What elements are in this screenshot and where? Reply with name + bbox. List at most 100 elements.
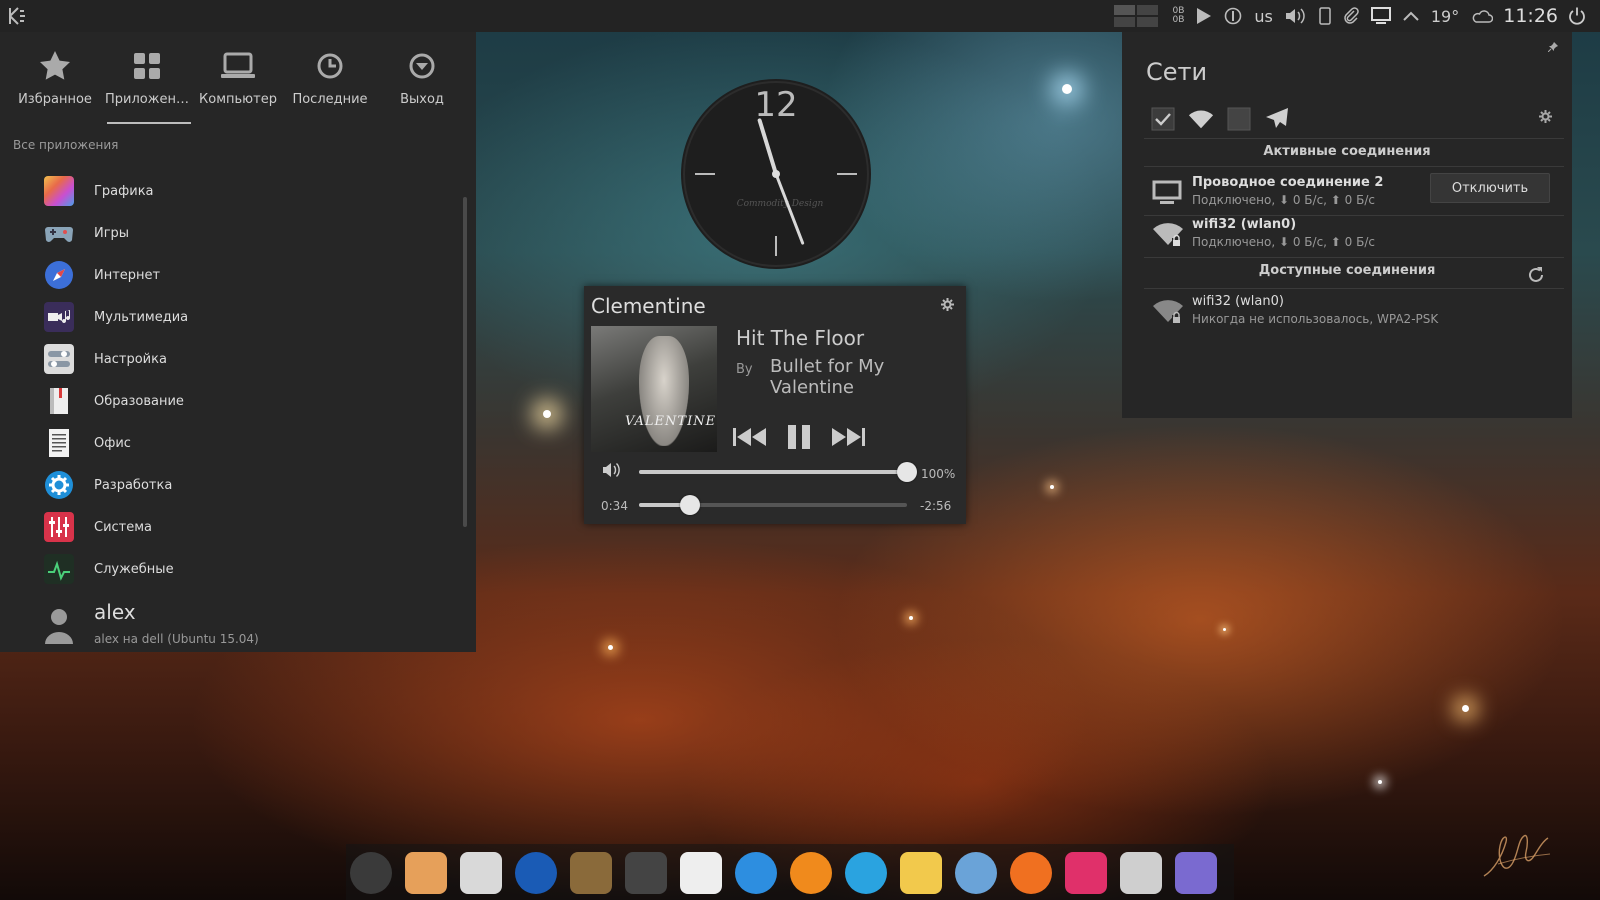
previous-track-button[interactable]	[732, 422, 768, 452]
pager[interactable]	[1108, 0, 1166, 32]
browser-globe-icon[interactable]	[515, 852, 557, 894]
chevron-up-icon[interactable]	[1397, 0, 1425, 32]
tab-label: Избранное	[18, 92, 92, 107]
refresh-icon[interactable]	[1526, 265, 1546, 289]
text-editor-icon[interactable]	[680, 852, 722, 894]
volume-icon[interactable]	[1279, 0, 1313, 32]
active-tab-indicator	[107, 122, 191, 124]
power-icon[interactable]	[1562, 0, 1592, 32]
virtual-desktops-icon	[1114, 5, 1159, 27]
disconnect-button[interactable]: Отключить	[1430, 173, 1550, 203]
pause-button[interactable]	[784, 422, 814, 452]
cursor-app-icon[interactable]	[1175, 852, 1217, 894]
divider	[1144, 138, 1564, 139]
checkbox-checked-icon	[1151, 107, 1175, 131]
wallpaper-star	[608, 645, 613, 650]
seek-slider-handle[interactable]	[679, 495, 700, 515]
user-name: alex	[94, 600, 136, 624]
compass-icon	[44, 260, 74, 290]
album-art: VALENTINE	[591, 326, 717, 452]
app-category-list: Графика Игры Интернет Мультимедиа Настро…	[0, 160, 470, 590]
bird-app-icon[interactable]	[570, 852, 612, 894]
spiral-app-icon[interactable]	[735, 852, 777, 894]
utilities-icon	[44, 554, 74, 584]
connection-wifi-active[interactable]: wifi32 (wlan0) Подключено, ⬇ 0 Б/с, ⬆ 0 …	[1144, 213, 1564, 255]
wallpaper-star	[543, 410, 551, 418]
clipboard-icon[interactable]	[1337, 0, 1365, 32]
files-icon[interactable]	[1120, 852, 1162, 894]
chromium-icon[interactable]	[955, 852, 997, 894]
airplane-mode-toggle[interactable]	[1264, 106, 1290, 132]
wallpaper-star	[1378, 780, 1382, 784]
tab-label: Приложен…	[105, 92, 189, 107]
category-multimedia[interactable]: Мультимедиа	[0, 296, 460, 338]
category-office[interactable]: Офис	[0, 422, 460, 464]
tab-recent[interactable]: Последние	[284, 48, 376, 124]
inkscape-icon[interactable]	[625, 852, 667, 894]
tab-applications[interactable]: Приложен…	[101, 48, 193, 124]
volume-slider-handle[interactable]	[897, 462, 917, 482]
telegram-icon[interactable]	[845, 852, 887, 894]
weather-temperature[interactable]: 19°	[1425, 0, 1465, 32]
tab-favorites[interactable]: Избранное	[9, 48, 101, 124]
multimedia-icon	[44, 302, 74, 332]
wwan-toggle-checkbox[interactable]	[1226, 106, 1252, 132]
category-label: Офис	[94, 435, 131, 451]
artist-name: Bullet for My Valentine	[770, 356, 885, 398]
volume-percent: 100%	[921, 467, 956, 481]
network-icon[interactable]	[1365, 0, 1397, 32]
phone-icon[interactable]	[1313, 0, 1337, 32]
headphones-icon[interactable]	[1010, 852, 1052, 894]
wifi-lock-icon	[1152, 219, 1183, 249]
keyboard-layout[interactable]: us	[1248, 0, 1278, 32]
networking-enabled-checkbox[interactable]	[1150, 106, 1176, 132]
category-label: Мультимедиа	[94, 309, 189, 325]
play-icon[interactable]	[1190, 0, 1218, 32]
next-track-button[interactable]	[830, 422, 866, 452]
skip-back-icon	[733, 428, 766, 446]
kde-launcher-icon[interactable]	[6, 5, 28, 27]
connection-wifi-available[interactable]: wifi32 (wlan0) Никогда не использовалось…	[1144, 290, 1564, 332]
updates-icon[interactable]	[1218, 0, 1248, 32]
gear-icon	[44, 470, 74, 500]
album-art-logo: VALENTINE	[625, 414, 717, 429]
network-settings-gear-icon[interactable]	[1539, 110, 1552, 127]
net-speed-monitor[interactable]: 0B 0B	[1166, 0, 1190, 32]
category-graphics[interactable]: Графика	[0, 170, 460, 212]
signature-watermark	[1483, 834, 1551, 877]
wifi-lock-icon	[1152, 296, 1183, 326]
volume-icon[interactable]	[602, 462, 620, 482]
category-education[interactable]: Образование	[0, 380, 460, 422]
connection-wired[interactable]: Проводное соединение 2 Подключено, ⬇ 0 Б…	[1144, 171, 1564, 213]
github-icon[interactable]	[350, 852, 392, 894]
settings-icon[interactable]	[460, 852, 502, 894]
mail-icon[interactable]	[900, 852, 942, 894]
category-settings[interactable]: Настройка	[0, 338, 460, 380]
seek-slider[interactable]	[639, 495, 907, 515]
category-utilities[interactable]: Служебные	[0, 548, 460, 590]
available-connections-header: Доступные соединения	[1258, 263, 1436, 278]
gamepad-icon	[44, 218, 74, 248]
tab-leave[interactable]: Выход	[376, 48, 468, 124]
digital-clock[interactable]: 11:26	[1499, 0, 1562, 32]
category-development[interactable]: Разработка	[0, 464, 460, 506]
wifi-toggle[interactable]	[1188, 106, 1214, 132]
volume-slider[interactable]	[639, 462, 917, 482]
cloud-icon[interactable]	[1465, 0, 1499, 32]
skip-forward-icon	[832, 428, 865, 446]
media-player-icon[interactable]	[1065, 852, 1107, 894]
category-internet[interactable]: Интернет	[0, 254, 460, 296]
analog-clock-widget[interactable]: 12 Commodity Design	[680, 78, 872, 270]
rss-icon[interactable]	[790, 852, 832, 894]
player-settings-gear-icon[interactable]	[941, 298, 954, 315]
top-panel: 0B 0B us 19° 11:26	[0, 0, 1600, 32]
tab-computer[interactable]: Компьютер	[192, 48, 284, 124]
list-scrollbar[interactable]	[463, 197, 467, 527]
category-system[interactable]: Система	[0, 506, 460, 548]
download-icon[interactable]	[405, 852, 447, 894]
wallpaper-star	[909, 616, 913, 620]
star-icon	[9, 48, 101, 84]
category-games[interactable]: Игры	[0, 212, 460, 254]
pin-icon[interactable]	[1547, 42, 1558, 55]
checkbox-unchecked-icon	[1227, 107, 1251, 131]
